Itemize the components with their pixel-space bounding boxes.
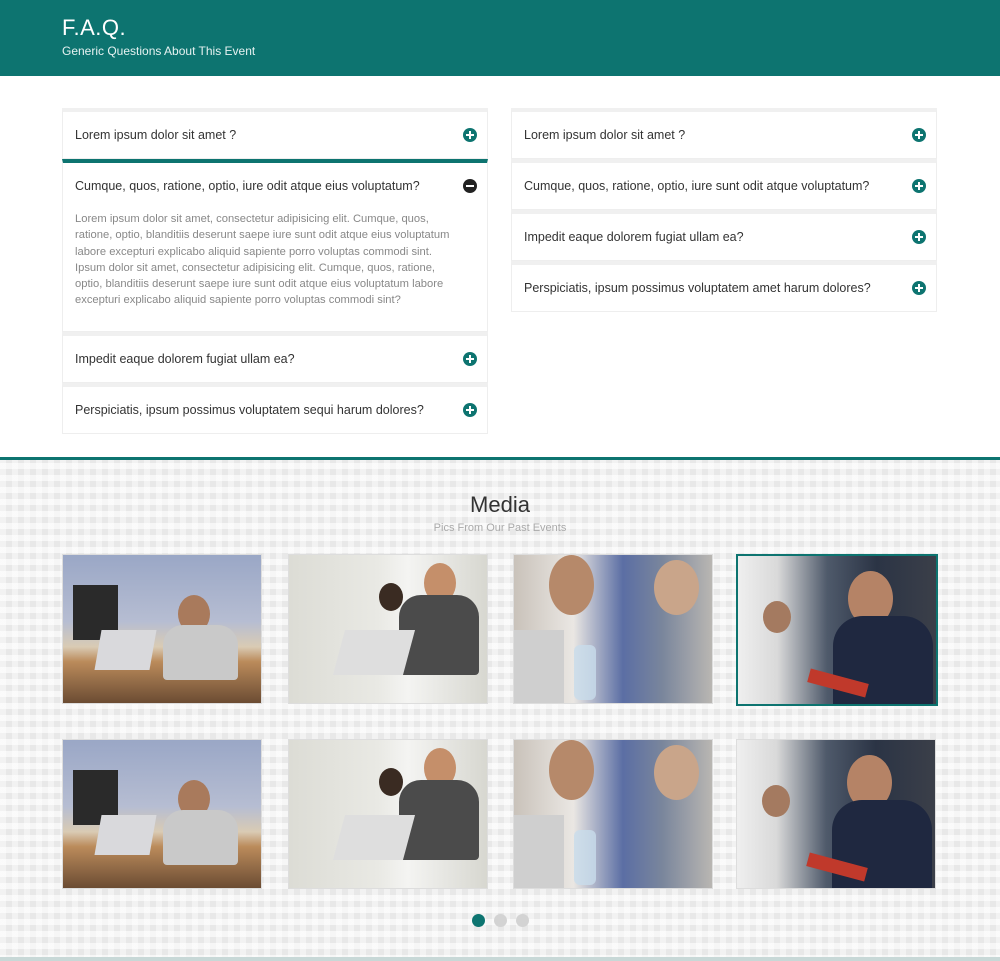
- plus-circle-icon[interactable]: [912, 179, 926, 193]
- faq-question-toggle[interactable]: Impedit eaque dolorem fugiat ullam ea?: [512, 214, 936, 260]
- page-subtitle: Generic Questions About This Event: [62, 44, 256, 58]
- page-title: F.A.Q.: [62, 15, 127, 40]
- minus-circle-icon[interactable]: [463, 179, 477, 193]
- person-head: [549, 740, 594, 800]
- person-torso: [163, 810, 238, 865]
- photo-group-discussion[interactable]: [288, 739, 488, 889]
- faq-header: F.A.Q. Generic Questions About This Even…: [0, 0, 1000, 76]
- laptop: [332, 630, 416, 675]
- laptop: [514, 630, 564, 703]
- person-torso: [163, 625, 238, 680]
- person-head: [379, 583, 403, 611]
- person-head: [654, 745, 699, 800]
- person-head: [654, 560, 699, 615]
- photo-man-headphones-laptop[interactable]: [62, 554, 262, 704]
- faq-question-text: Impedit eaque dolorem fugiat ullam ea?: [524, 230, 744, 244]
- photo-men-at-table[interactable]: [513, 739, 713, 889]
- faq-item: Lorem ipsum dolor sit amet ?: [511, 108, 937, 159]
- faq-question-toggle[interactable]: Cumque, quos, ratione, optio, iure sunt …: [512, 163, 936, 209]
- faq-question-text: Cumque, quos, ratione, optio, iure sunt …: [524, 179, 870, 193]
- faq-question-toggle[interactable]: Perspiciatis, ipsum possimus voluptatem …: [512, 265, 936, 311]
- plus-circle-icon[interactable]: [912, 281, 926, 295]
- plus-circle-icon[interactable]: [463, 402, 477, 417]
- person-head: [762, 785, 790, 817]
- laptop: [332, 815, 416, 860]
- faq-question-toggle[interactable]: Lorem ipsum dolor sit amet ?: [63, 112, 487, 158]
- faq-question-text: Lorem ipsum dolor sit amet ?: [75, 128, 237, 142]
- faq-item: Cumque, quos, ratione, optio, iure odit …: [62, 159, 488, 332]
- plus-circle-icon[interactable]: [463, 128, 477, 142]
- carousel-dot[interactable]: [515, 914, 529, 927]
- faq-question-toggle[interactable]: Perspiciatis, ipsum possimus voluptatem …: [63, 387, 487, 433]
- faq-item: Perspiciatis, ipsum possimus voluptatem …: [511, 261, 937, 312]
- media-section: Media Pics From Our Past Events: [0, 457, 1000, 961]
- carousel-dot[interactable]: [493, 914, 507, 927]
- faq-question-text: Perspiciatis, ipsum possimus voluptatem …: [75, 402, 424, 417]
- photo-man-phone[interactable]: [736, 554, 938, 706]
- faq-question-toggle[interactable]: Lorem ipsum dolor sit amet ?: [512, 112, 936, 158]
- person-head: [763, 601, 791, 633]
- faq-question-toggle[interactable]: Cumque, quos, ratione, optio, iure odit …: [63, 163, 487, 209]
- photo-man-phone[interactable]: [736, 739, 936, 889]
- faq-column-left: Lorem ipsum dolor sit amet ? Cumque, quos…: [62, 108, 488, 434]
- photo-man-headphones-laptop[interactable]: [62, 739, 262, 889]
- plus-circle-icon[interactable]: [463, 351, 477, 366]
- media-subtitle: Pics From Our Past Events: [433, 522, 567, 534]
- carousel-pagination: [0, 914, 1000, 927]
- faq-item: Perspiciatis, ipsum possimus voluptatem …: [62, 382, 488, 434]
- faq-question-toggle[interactable]: Impedit eaque dolorem fugiat ullam ea?: [63, 336, 487, 382]
- laptop: [94, 630, 157, 670]
- divider: [0, 957, 1000, 961]
- faq-question-text: Perspiciatis, ipsum possimus voluptatem …: [524, 281, 871, 295]
- faq-column-right: Lorem ipsum dolor sit amet ? Cumque, quos…: [511, 108, 937, 312]
- laptop: [94, 815, 157, 855]
- faq-question-text: Impedit eaque dolorem fugiat ullam ea?: [75, 351, 295, 366]
- faq-item: Impedit eaque dolorem fugiat ullam ea?: [511, 210, 937, 261]
- plus-circle-icon[interactable]: [912, 230, 926, 244]
- faq-question-text: Cumque, quos, ratione, optio, iure odit …: [75, 179, 420, 193]
- person-head: [379, 768, 403, 796]
- photo-group-discussion[interactable]: [288, 554, 488, 704]
- faq-answer-text: Lorem ipsum dolor sit amet, consectetur …: [75, 213, 450, 307]
- carousel-dot[interactable]: [471, 914, 485, 927]
- faq-item: Lorem ipsum dolor sit amet ?: [62, 108, 488, 159]
- media-title: Media: [470, 492, 530, 517]
- faq-item: Cumque, quos, ratione, optio, iure sunt …: [511, 159, 937, 210]
- laptop: [514, 815, 564, 888]
- person-head: [549, 555, 594, 615]
- water-bottle: [574, 645, 596, 700]
- water-bottle: [574, 830, 596, 885]
- plus-circle-icon[interactable]: [912, 128, 926, 142]
- faq-question-text: Lorem ipsum dolor sit amet ?: [524, 128, 686, 142]
- photo-men-at-table[interactable]: [513, 554, 713, 704]
- faq-item: Impedit eaque dolorem fugiat ullam ea?: [62, 331, 488, 383]
